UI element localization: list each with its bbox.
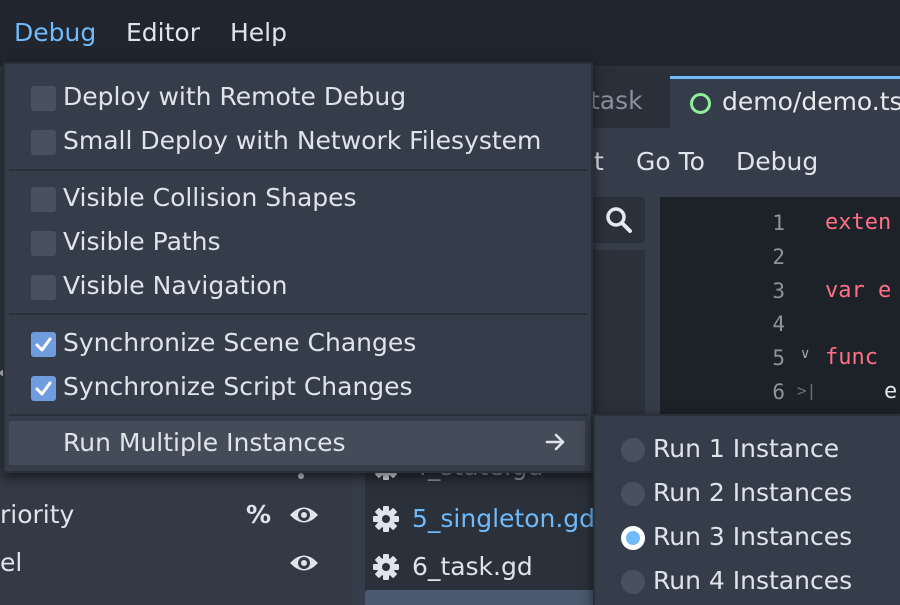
- menu-item-run-4-instances[interactable]: Run 4 Instances: [595, 559, 900, 603]
- menu-item-small-deploy[interactable]: Small Deploy with Network Filesystem: [5, 120, 591, 164]
- radio-button-selected[interactable]: [621, 526, 645, 550]
- line-number: 6: [772, 380, 785, 404]
- line-number: 5: [772, 346, 785, 370]
- menu-goto[interactable]: Go To: [636, 147, 705, 176]
- status-dot: [298, 473, 304, 479]
- code-line: e: [884, 379, 898, 404]
- checkbox[interactable]: [31, 231, 56, 256]
- menu-item-sync-scene-changes[interactable]: Synchronize Scene Changes: [5, 322, 591, 366]
- menu-separator: [9, 313, 587, 315]
- menu-item-visible-navigation[interactable]: Visible Navigation: [5, 265, 591, 309]
- radio-button[interactable]: [621, 482, 645, 506]
- checkmark-icon: [35, 381, 52, 396]
- menu-item-label: Run 2 Instances: [653, 478, 853, 507]
- list-item[interactable]: 6_task.gd: [372, 552, 533, 581]
- unsaved-indicator-icon: [690, 93, 711, 114]
- percent-icon[interactable]: %: [246, 500, 271, 529]
- menu-item-visible-collision-shapes[interactable]: Visible Collision Shapes: [5, 177, 591, 221]
- fold-arrow-icon[interactable]: ∨: [800, 346, 810, 362]
- menu-item-run-1-instance[interactable]: Run 1 Instance: [595, 427, 900, 471]
- arrow-right-icon: [545, 433, 565, 451]
- eye-icon[interactable]: [289, 504, 319, 526]
- menu-debug[interactable]: Debug: [14, 18, 96, 47]
- checkbox[interactable]: [31, 187, 56, 212]
- checkbox[interactable]: [31, 130, 56, 155]
- radio-button[interactable]: [621, 570, 645, 594]
- menu-item-run-multiple-instances[interactable]: Run Multiple Instances: [9, 421, 585, 465]
- menu-item-run-3-instances[interactable]: Run 3 Instances: [595, 515, 900, 559]
- menu-item-run-2-instances[interactable]: Run 2 Instances: [595, 471, 900, 515]
- menu-item-label: Synchronize Script Changes: [63, 372, 413, 401]
- menu-item-label: Run 3 Instances: [653, 522, 853, 551]
- checkbox-checked[interactable]: [31, 376, 56, 401]
- eye-icon[interactable]: [289, 552, 319, 574]
- list-item[interactable]: 5_singleton.gd: [372, 504, 595, 533]
- line-number: 3: [772, 279, 785, 303]
- menu-script-debug[interactable]: Debug: [736, 147, 818, 176]
- debug-dropdown-menu: Deploy with Remote Debug Small Deploy wi…: [3, 62, 593, 473]
- menu-editor[interactable]: Editor: [126, 18, 200, 47]
- tab-task[interactable]: task: [590, 86, 643, 115]
- menu-item-label: Run Multiple Instances: [63, 428, 346, 457]
- tab-demo[interactable]: demo/demo.ts: [670, 76, 900, 128]
- line-number: 2: [772, 245, 785, 269]
- menu-separator: [9, 414, 587, 416]
- gear-icon: [373, 553, 399, 580]
- tab-indent-icon: >|: [797, 381, 817, 400]
- property-label-level: el: [0, 548, 23, 577]
- checkbox[interactable]: [31, 86, 56, 111]
- instances-submenu: Run 1 Instance Run 2 Instances Run 3 Ins…: [593, 414, 900, 605]
- menu-item-sync-script-changes[interactable]: Synchronize Script Changes: [5, 366, 591, 410]
- menu-item-visible-paths[interactable]: Visible Paths: [5, 221, 591, 265]
- property-label-priority: riority: [0, 500, 75, 529]
- menu-help[interactable]: Help: [230, 18, 287, 47]
- code-line: func: [825, 345, 878, 370]
- menu-separator: [9, 169, 587, 171]
- code-line: exten: [825, 210, 892, 235]
- menu-item-label: Synchronize Scene Changes: [63, 328, 417, 357]
- checkbox-checked[interactable]: [31, 332, 56, 357]
- checkmark-icon: [35, 337, 52, 352]
- file-name: 5_singleton.gd: [412, 504, 596, 533]
- menu-item-deploy-remote-debug[interactable]: Deploy with Remote Debug: [5, 76, 591, 120]
- gear-icon: [373, 505, 399, 532]
- menu-item-label: Visible Collision Shapes: [63, 183, 357, 212]
- line-number: 4: [772, 312, 785, 336]
- tab-demo-label: demo/demo.ts: [722, 87, 900, 116]
- menu-item-label: Run 4 Instances: [653, 566, 853, 595]
- checkbox[interactable]: [31, 275, 56, 300]
- menu-item-label: Small Deploy with Network Filesystem: [63, 126, 542, 155]
- menu-item-label: Deploy with Remote Debug: [63, 82, 407, 111]
- list-item-selected[interactable]: [365, 590, 605, 605]
- line-number: 1: [772, 211, 785, 235]
- code-line: var e: [825, 278, 892, 303]
- menu-item-label: Run 1 Instance: [653, 434, 840, 463]
- radio-button[interactable]: [621, 438, 645, 462]
- menu-item-label: Visible Paths: [63, 227, 221, 256]
- search-icon[interactable]: [604, 205, 634, 235]
- file-name: 6_task.gd: [412, 552, 533, 581]
- menubar: Debug Editor Help: [0, 0, 900, 66]
- menu-item-label: Visible Navigation: [63, 271, 288, 300]
